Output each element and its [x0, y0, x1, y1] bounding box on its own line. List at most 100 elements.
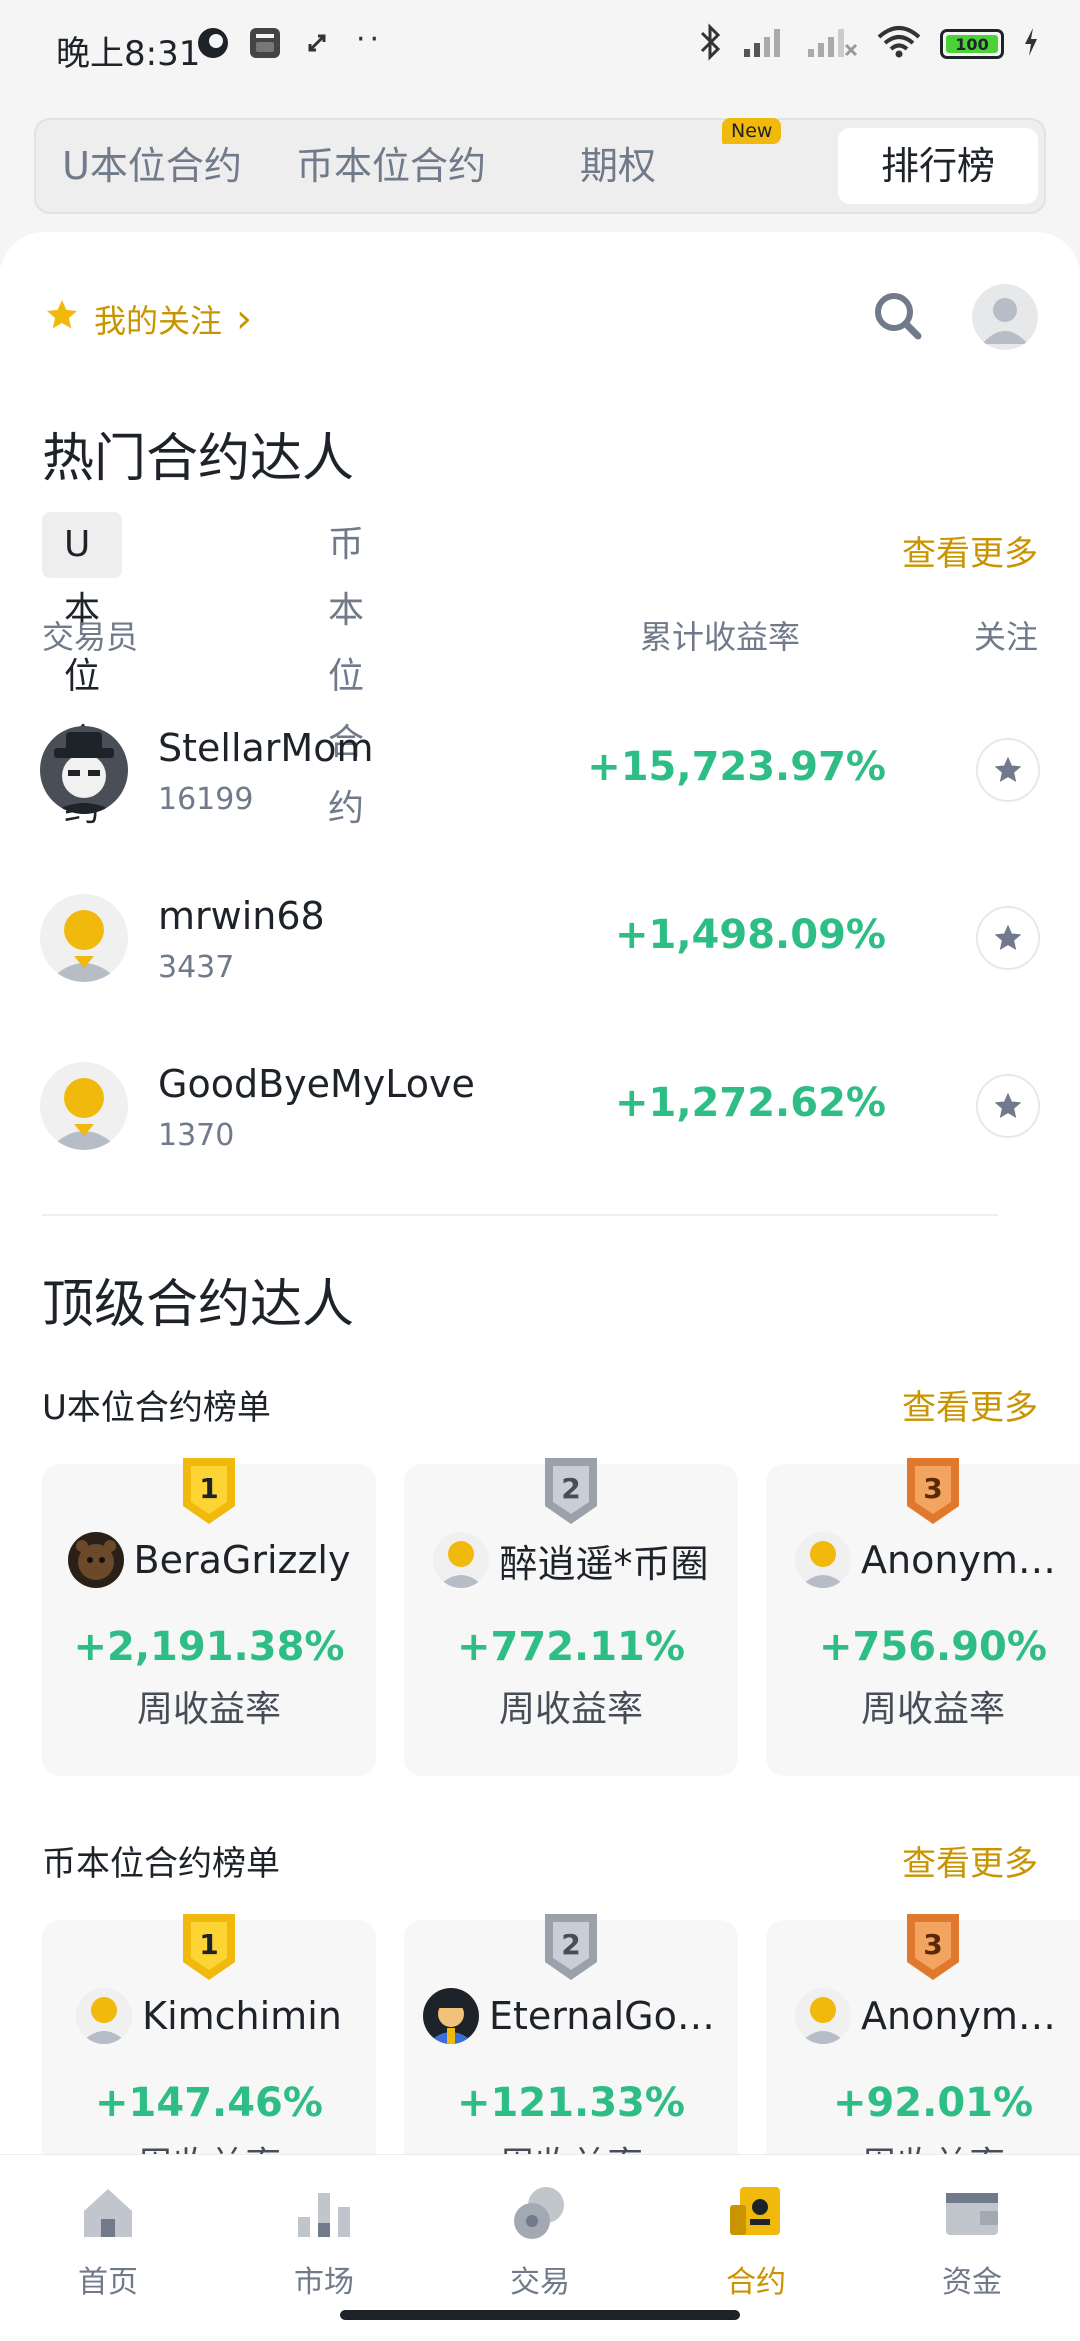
- nav-futures[interactable]: 合约: [686, 2183, 826, 2301]
- trader-name: mrwin68: [158, 894, 325, 938]
- follow-star-button[interactable]: [976, 1074, 1040, 1138]
- home-indicator[interactable]: [340, 2310, 740, 2320]
- trader-followers: 16199: [158, 782, 254, 817]
- search-icon[interactable]: [870, 288, 924, 346]
- status-time: 晚上8:31: [56, 34, 201, 74]
- bronze-medal-icon: 3: [903, 1914, 963, 1980]
- tab-options[interactable]: 期权: [538, 120, 698, 212]
- trader-name: BeraGrizzly: [133, 1538, 351, 1582]
- bronze-medal-icon: 3: [903, 1458, 963, 1524]
- nav-label: 首页: [78, 2265, 138, 2300]
- gold-medal-icon: 1: [179, 1458, 239, 1524]
- medal-rank: 3: [923, 1928, 942, 1961]
- trader-name: Anonymou...: [861, 1538, 1071, 1582]
- trader-avatar: [795, 1988, 851, 2044]
- star-icon: [994, 924, 1022, 950]
- battery-icon: 100: [940, 29, 1004, 59]
- my-watchlist-label: 我的关注: [94, 302, 223, 340]
- follow-star-button[interactable]: [976, 738, 1040, 802]
- battery-level: 100: [946, 35, 998, 54]
- medal-rank: 2: [561, 1472, 580, 1505]
- weekly-roi-label: 周收益率: [860, 1689, 1005, 1730]
- trader-avatar: [40, 726, 128, 814]
- trader-name: Anonymou...: [861, 1994, 1071, 2038]
- nav-wallet[interactable]: 资金: [902, 2183, 1042, 2301]
- signal-icon: [742, 25, 788, 63]
- trader-roi: +15,723.97%: [587, 744, 886, 790]
- trader-name: Kimchimin: [142, 1994, 342, 2038]
- coinm-view-more-link[interactable]: 查看更多: [902, 1836, 1038, 1885]
- medal-rank: 3: [923, 1472, 942, 1505]
- trader-roi: +1,272.62%: [615, 1080, 886, 1126]
- trader-followers: 1370: [158, 1118, 235, 1153]
- nav-label: 市场: [294, 2265, 354, 2300]
- leaderboard-card[interactable]: 2 醉逍遥*币圈 +772.11% 周收益率: [404, 1458, 738, 1776]
- signal-2-icon: [806, 25, 858, 63]
- silver-medal-icon: 2: [541, 1458, 601, 1524]
- tab-leaderboard[interactable]: 排行榜: [838, 128, 1038, 204]
- expand-icon: [300, 26, 334, 60]
- app-notification-icon: [196, 26, 230, 60]
- charging-icon: [1022, 26, 1040, 62]
- nav-label: 交易: [510, 2265, 570, 2300]
- follow-star-button[interactable]: [976, 906, 1040, 970]
- silver-medal-icon: 2: [541, 1914, 601, 1980]
- trader-row[interactable]: mrwin68 3437 +1,498.09%: [0, 854, 1080, 1022]
- leaderboard-card[interactable]: 3 Anonymou... +756.90% 周收益率: [766, 1458, 1080, 1776]
- star-icon: [994, 1092, 1022, 1118]
- trader-row[interactable]: StellarMom 16199 +15,723.97%: [0, 686, 1080, 854]
- medal-rank: 1: [199, 1472, 218, 1505]
- tab-coinm-futures[interactable]: 币本位合约: [276, 120, 506, 212]
- nav-trade[interactable]: 交易: [470, 2183, 610, 2301]
- chevron-right-icon: ›: [236, 296, 253, 342]
- nav-label: 合约: [726, 2265, 786, 2300]
- trader-avatar: [795, 1532, 851, 1588]
- trader-avatar: [40, 894, 128, 982]
- gold-medal-icon: 1: [179, 1914, 239, 1980]
- home-icon: [84, 2189, 132, 2237]
- nav-market[interactable]: 市场: [254, 2183, 394, 2301]
- subtab-coinm[interactable]: 币本位合约: [328, 512, 364, 829]
- more-notifications-icon: ··: [356, 22, 384, 57]
- trade-icon: [514, 2187, 564, 2239]
- coinm-board-title: 币本位合约榜单: [42, 1844, 280, 1884]
- weekly-roi-value: +772.11%: [457, 1624, 685, 1670]
- tab-usdm-futures[interactable]: U本位合约: [52, 120, 252, 212]
- section-divider: [42, 1214, 998, 1216]
- app-notification-icon: [248, 26, 282, 60]
- star-icon: [44, 297, 80, 341]
- weekly-roi-label: 周收益率: [136, 1689, 281, 1730]
- trader-avatar: [76, 1988, 133, 2044]
- my-watchlist-link[interactable]: 我的关注 ›: [44, 296, 252, 342]
- trader-name: EternalGol...: [489, 1994, 719, 2038]
- wifi-icon: [876, 25, 922, 63]
- column-trader: 交易员: [42, 618, 139, 656]
- top-traders-title: 顶级合约达人: [42, 1275, 355, 1335]
- weekly-roi-value: +756.90%: [819, 1624, 1047, 1670]
- profile-avatar-icon[interactable]: [972, 284, 1038, 350]
- trader-roi: +1,498.09%: [615, 912, 886, 958]
- column-follow: 关注: [973, 618, 1038, 656]
- weekly-roi-label: 周收益率: [498, 1689, 643, 1730]
- usdm-board-title: U本位合约榜单: [42, 1388, 271, 1428]
- star-icon: [994, 756, 1022, 782]
- subtab-usdm[interactable]: U本位合约: [42, 512, 122, 829]
- usdm-view-more-link[interactable]: 查看更多: [902, 1380, 1038, 1429]
- trader-avatar: [423, 1988, 479, 2044]
- trader-followers: 3437: [158, 950, 235, 985]
- trader-name: StellarMom: [158, 726, 374, 770]
- medal-rank: 2: [561, 1928, 580, 1961]
- trader-avatar: [433, 1532, 490, 1588]
- leaderboard-card[interactable]: 1 BeraGrizzly +2,191.38% 周收益率: [42, 1458, 376, 1776]
- weekly-roi-value: +121.33%: [457, 2080, 685, 2126]
- status-bar: 晚上8:31 ·· 100: [0, 0, 1080, 96]
- trader-name: 醉逍遥*币圈: [499, 1541, 709, 1586]
- trader-row[interactable]: GoodByeMyLove 1370 +1,272.62%: [0, 1022, 1080, 1190]
- nav-home[interactable]: 首页: [38, 2183, 178, 2301]
- hot-view-more-link[interactable]: 查看更多: [902, 526, 1038, 575]
- bluetooth-icon: [698, 23, 724, 65]
- weekly-roi-value: +147.46%: [95, 2080, 323, 2126]
- trader-avatar: [67, 1532, 124, 1588]
- hot-traders-title: 热门合约达人: [42, 429, 355, 489]
- futures-icon: [730, 2187, 780, 2235]
